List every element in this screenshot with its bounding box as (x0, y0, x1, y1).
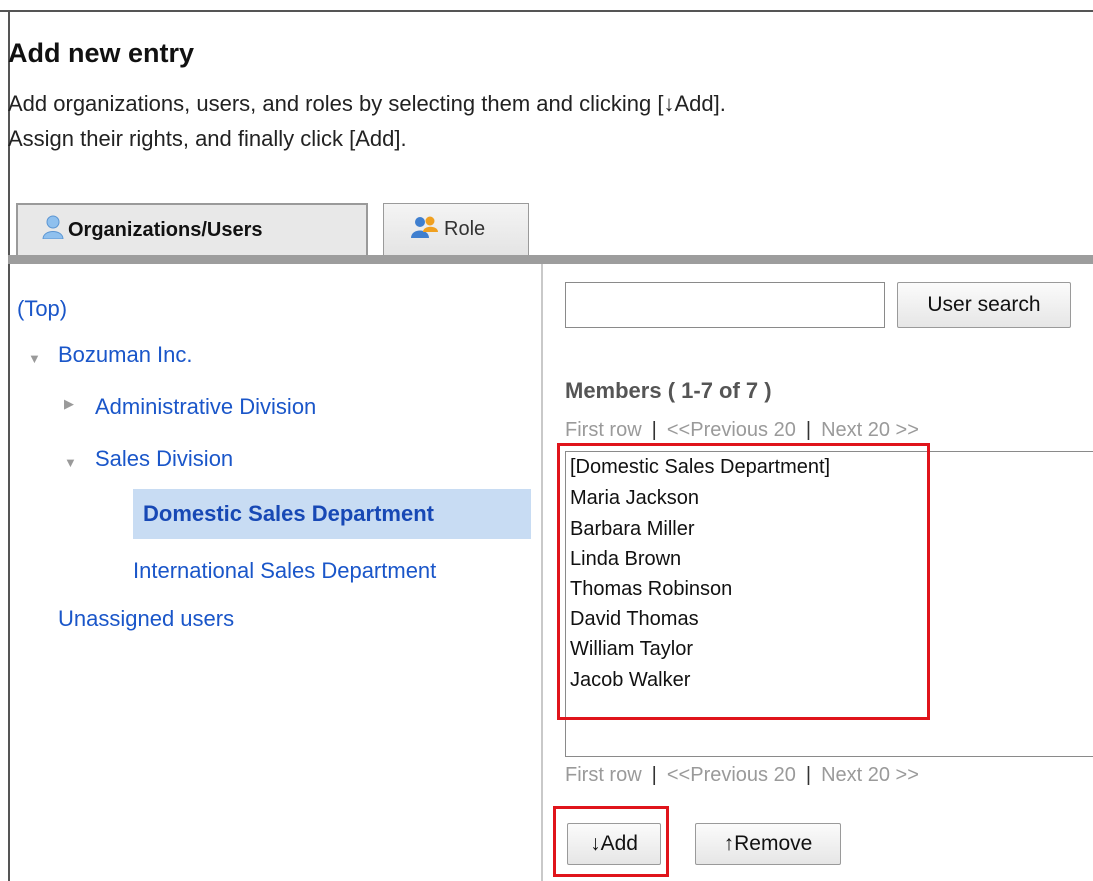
pane-divider (541, 264, 543, 881)
page-title: Add new entry (8, 38, 195, 68)
tab-role-label: Role (444, 218, 486, 240)
tree-item-administrative-division[interactable]: Administrative Division (95, 394, 316, 420)
tree-item-bozuman[interactable]: Bozuman Inc. (58, 342, 193, 368)
tab-organizations-users-label: Organizations/Users (68, 218, 263, 241)
first-row-link[interactable]: First row (565, 764, 642, 786)
previous-20-link[interactable]: <<Previous 20 (667, 419, 796, 441)
expanded-triangle-icon[interactable]: ▼ (28, 351, 41, 366)
next-20-link[interactable]: Next 20 >> (821, 419, 919, 441)
role-icon (410, 216, 440, 244)
tree-item-top[interactable]: (Top) (17, 296, 67, 322)
user-search-input[interactable] (565, 282, 885, 328)
pager-bottom: First row | <<Previous 20 | Next 20 >> (565, 764, 919, 787)
description-line-2: Assign their rights, and finally click [… (8, 126, 407, 151)
tab-organizations-users[interactable]: Organizations/Users (16, 203, 368, 255)
description-line-1: Add organizations, users, and roles by s… (8, 91, 726, 116)
tab-role[interactable]: Role (383, 203, 529, 255)
next-20-link[interactable]: Next 20 >> (821, 764, 919, 786)
collapsed-triangle-icon[interactable]: ▶ (64, 396, 74, 412)
frame-top-border (0, 10, 1093, 12)
pager-separator: | (805, 764, 812, 786)
remove-button[interactable]: ↑Remove (695, 823, 841, 865)
pager-separator: | (805, 419, 812, 441)
first-row-link[interactable]: First row (565, 419, 642, 441)
members-highlight-box (557, 443, 930, 720)
tree-item-sales-division[interactable]: Sales Division (95, 446, 233, 472)
user-search-button[interactable]: User search (897, 282, 1071, 328)
tree-item-unassigned-users[interactable]: Unassigned users (58, 606, 234, 632)
user-icon (42, 215, 64, 245)
add-highlight-box (553, 806, 669, 877)
tree-item-international-sales[interactable]: International Sales Department (133, 558, 436, 584)
pager-separator: | (651, 419, 657, 441)
pager-top: First row | <<Previous 20 | Next 20 >> (565, 419, 919, 442)
tab-bar-divider (8, 255, 1093, 264)
members-title: Members ( 1-7 of 7 ) (565, 378, 772, 403)
previous-20-link[interactable]: <<Previous 20 (667, 764, 796, 786)
tree-item-domestic-sales[interactable]: Domestic Sales Department (143, 501, 434, 527)
page-description: Add organizations, users, and roles by s… (8, 86, 1088, 156)
pager-separator: | (651, 764, 657, 786)
expanded-triangle-icon[interactable]: ▼ (64, 455, 77, 470)
